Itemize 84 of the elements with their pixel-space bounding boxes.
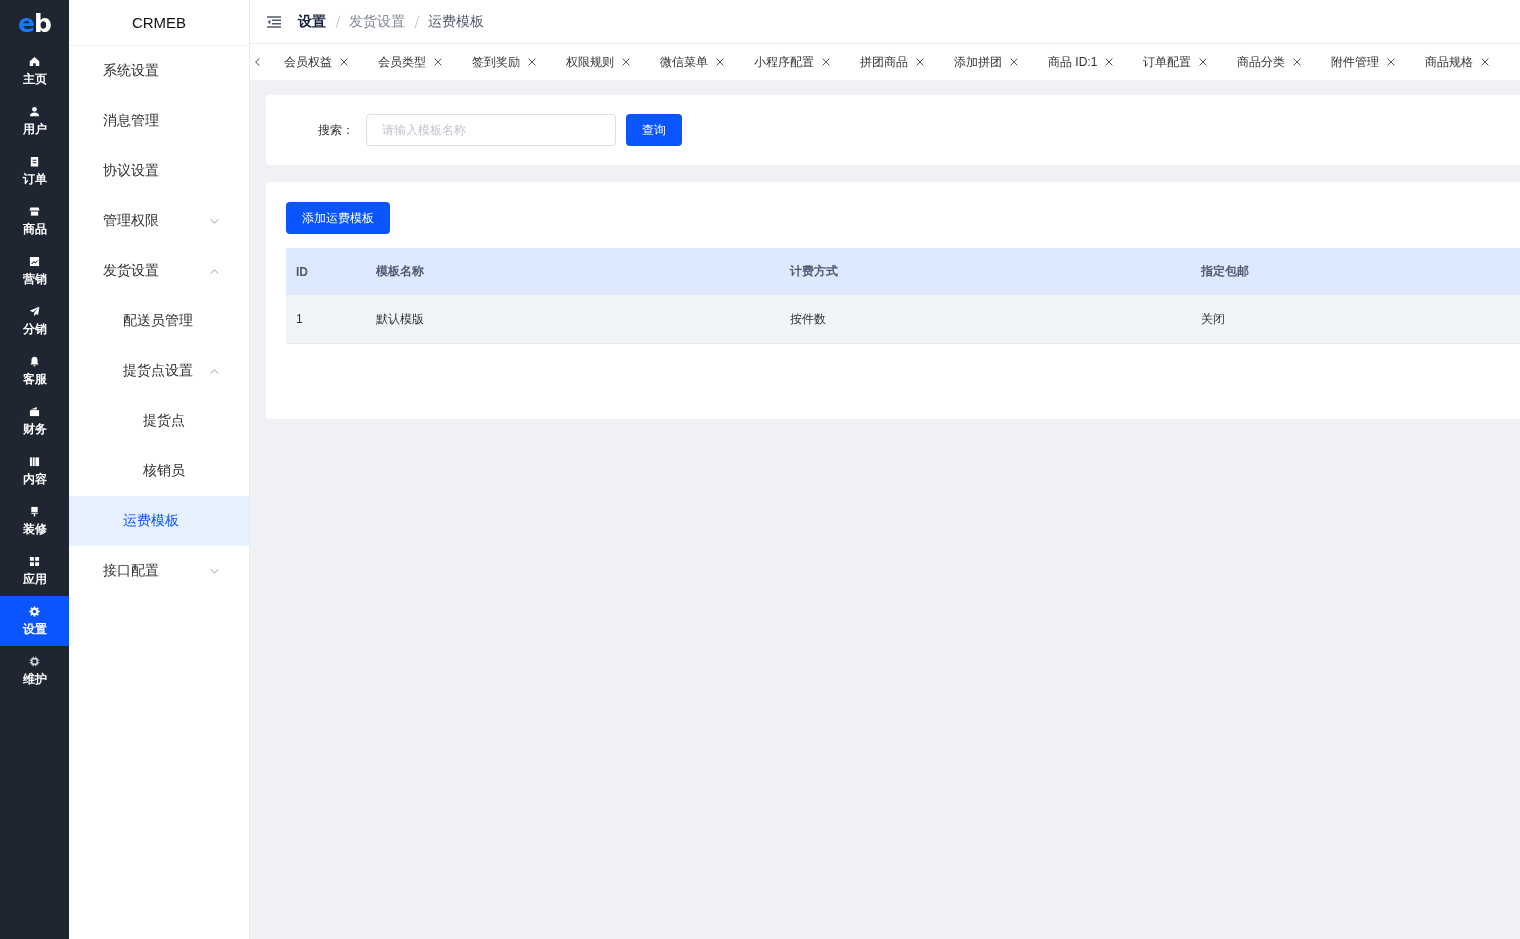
close-icon[interactable] xyxy=(1481,58,1490,66)
rail-item[interactable]: 分销 xyxy=(0,296,69,346)
close-icon[interactable] xyxy=(528,58,536,66)
slash-separator-icon xyxy=(335,14,341,29)
rail-item[interactable]: 维护 xyxy=(0,646,69,696)
menu-item[interactable]: 系统设置 xyxy=(69,46,249,96)
logo: eb xyxy=(18,10,51,36)
rail-item[interactable]: 客服 xyxy=(0,346,69,396)
search-label: 搜索： xyxy=(318,121,354,139)
close-icon[interactable] xyxy=(1105,58,1114,66)
add-template-button[interactable]: 添加运费模板 xyxy=(286,202,390,234)
rail-item[interactable]: 应用 xyxy=(0,546,69,596)
tab[interactable]: 商品分类 xyxy=(1222,44,1317,80)
rail-item[interactable]: 订单 xyxy=(0,146,69,196)
column-header: 模板名称 xyxy=(375,263,425,280)
close-icon[interactable] xyxy=(822,58,830,66)
menu-icon[interactable] xyxy=(267,15,281,28)
menu-item[interactable]: 发货设置 xyxy=(69,246,249,296)
close-icon[interactable] xyxy=(1010,58,1018,66)
tab[interactable]: 会员类型 xyxy=(363,44,457,80)
breadcrumb-item[interactable]: 设置 xyxy=(298,12,326,31)
rail-item[interactable]: 财务 xyxy=(0,396,69,446)
home-icon xyxy=(29,56,40,67)
tab[interactable]: 签到奖励 xyxy=(457,44,551,80)
column-header: 计费方式 xyxy=(788,263,839,280)
rail-item[interactable]: 营销 xyxy=(0,246,69,296)
menu-item[interactable]: 管理权限 xyxy=(69,196,249,246)
rail-item[interactable]: 商品 xyxy=(0,196,69,246)
rail-item[interactable]: 主页 xyxy=(0,46,69,96)
table-cell-text: 1 xyxy=(295,311,304,328)
breadcrumb-item[interactable]: 发货设置 xyxy=(349,12,405,31)
rail-item[interactable]: 内容 xyxy=(0,446,69,496)
menu-item[interactable]: 接口配置 xyxy=(69,546,249,596)
close-icon[interactable] xyxy=(622,58,630,66)
rail-item[interactable]: 装修 xyxy=(0,496,69,546)
shop-icon xyxy=(29,206,40,217)
menu-item[interactable]: 协议设置 xyxy=(69,146,249,196)
tab[interactable]: 微信菜单 xyxy=(645,44,739,80)
tab[interactable]: 权限规则 xyxy=(551,44,645,80)
menu-item[interactable]: 提货点设置 xyxy=(69,346,249,396)
table-cell-text: 关闭 xyxy=(1200,310,1226,328)
tab[interactable]: 订单配置 xyxy=(1128,44,1223,80)
menu-item[interactable]: 运费模板 xyxy=(69,496,249,546)
table-cell-text: 默认模版 xyxy=(375,310,425,328)
books-icon xyxy=(29,456,40,467)
rail-item[interactable]: 用户 xyxy=(0,96,69,146)
tab[interactable]: 商品规格 xyxy=(1410,44,1505,80)
query-button[interactable]: 查询 xyxy=(626,114,682,146)
bell-icon xyxy=(29,356,40,367)
rail-item[interactable]: 设置 xyxy=(0,596,69,646)
tab[interactable]: 小程序配置 xyxy=(739,44,845,80)
close-icon[interactable] xyxy=(1293,58,1302,66)
chevron-left-icon[interactable] xyxy=(255,57,260,67)
close-icon[interactable] xyxy=(340,58,348,66)
column-header: 指定包邮 xyxy=(1200,263,1250,280)
tab[interactable]: 商品 ID:1 xyxy=(1033,44,1129,80)
chip-icon xyxy=(29,656,40,667)
menu-item[interactable]: 核销员 xyxy=(69,446,249,496)
column-header: ID xyxy=(295,263,309,281)
menu-item[interactable]: 消息管理 xyxy=(69,96,249,146)
user-icon xyxy=(29,106,40,117)
menu-item[interactable]: 提货点 xyxy=(69,396,249,446)
close-icon[interactable] xyxy=(1199,58,1208,66)
close-icon[interactable] xyxy=(916,58,924,66)
tab[interactable]: 会员权益 xyxy=(269,44,363,80)
brand-title: CRMEB xyxy=(131,14,187,31)
close-icon[interactable] xyxy=(716,58,724,66)
grid-icon xyxy=(29,556,40,567)
slash-separator-icon xyxy=(414,14,420,29)
menu-item[interactable]: 配送员管理 xyxy=(69,296,249,346)
gear-icon xyxy=(29,606,40,617)
tab[interactable]: 附件管理 xyxy=(1316,44,1411,80)
tab[interactable]: 添加拼团 xyxy=(939,44,1033,80)
search-field[interactable]: 请输入模板名称 xyxy=(366,114,616,146)
chart-icon xyxy=(29,256,40,267)
brush-icon xyxy=(29,506,40,517)
close-icon[interactable] xyxy=(434,58,442,66)
send-icon xyxy=(29,306,40,317)
close-icon[interactable] xyxy=(1387,58,1396,66)
table-cell-text: 按件数 xyxy=(789,310,827,328)
clipboard-icon xyxy=(29,156,40,167)
tab[interactable]: 拼团商品 xyxy=(845,44,939,80)
wallet-icon xyxy=(29,406,40,417)
breadcrumb-item: 运费模板 xyxy=(428,12,484,31)
